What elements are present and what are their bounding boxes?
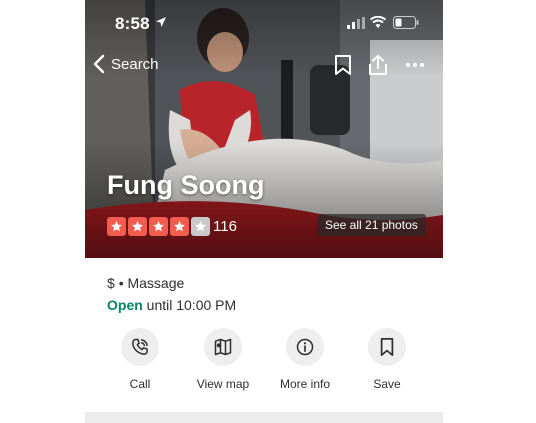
signal-icon bbox=[347, 17, 365, 29]
info-icon bbox=[296, 338, 314, 356]
business-page: 8:58 Search Fung Soong 116 See all 21 ph… bbox=[85, 0, 443, 423]
hours-line[interactable]: Open until 10:00 PM bbox=[107, 297, 236, 313]
hero-photo[interactable]: 8:58 Search Fung Soong 116 See all 21 ph… bbox=[85, 0, 443, 258]
chevron-left-icon bbox=[93, 54, 105, 74]
back-label: Search bbox=[111, 55, 159, 73]
price-level: $ bbox=[107, 275, 115, 291]
view-map-circle bbox=[204, 328, 242, 366]
more-options-icon[interactable] bbox=[405, 62, 425, 68]
more-info-circle bbox=[286, 328, 324, 366]
see-all-photos-button[interactable]: See all 21 photos bbox=[317, 214, 426, 236]
more-info-button[interactable]: More info bbox=[264, 328, 346, 391]
separator-dot: • bbox=[118, 275, 124, 291]
star-rating bbox=[107, 217, 210, 236]
star-icon bbox=[170, 217, 189, 236]
save-button[interactable]: Save bbox=[346, 328, 428, 391]
bookmark-icon[interactable] bbox=[333, 54, 353, 76]
back-button[interactable]: Search bbox=[93, 54, 159, 74]
bookmark-icon bbox=[380, 338, 394, 356]
category-label[interactable]: Massage bbox=[127, 275, 184, 291]
action-row: Call View map More info Save bbox=[85, 328, 443, 398]
wifi-icon bbox=[370, 16, 386, 28]
save-circle bbox=[368, 328, 406, 366]
star-icon bbox=[107, 217, 126, 236]
view-map-button[interactable]: View map bbox=[182, 328, 264, 391]
map-icon bbox=[214, 338, 232, 356]
business-name: Fung Soong bbox=[107, 170, 265, 200]
call-circle bbox=[121, 328, 159, 366]
star-icon bbox=[149, 217, 168, 236]
section-divider bbox=[85, 412, 443, 423]
save-label: Save bbox=[373, 377, 401, 391]
location-arrow-icon bbox=[156, 17, 166, 27]
open-status: Open bbox=[107, 297, 143, 313]
call-label: Call bbox=[129, 377, 151, 391]
review-count[interactable]: 116 bbox=[213, 218, 237, 235]
call-button[interactable]: Call bbox=[99, 328, 181, 391]
view-map-label: View map bbox=[196, 377, 250, 391]
phone-icon bbox=[132, 338, 148, 355]
status-time: 8:58 bbox=[115, 14, 150, 33]
star-icon bbox=[191, 217, 210, 236]
hours-text: until 10:00 PM bbox=[146, 297, 237, 313]
more-info-label: More info bbox=[279, 377, 331, 391]
star-icon bbox=[128, 217, 147, 236]
share-icon[interactable] bbox=[367, 54, 389, 76]
price-category: $ • Massage bbox=[107, 275, 184, 291]
battery-icon bbox=[393, 16, 419, 29]
